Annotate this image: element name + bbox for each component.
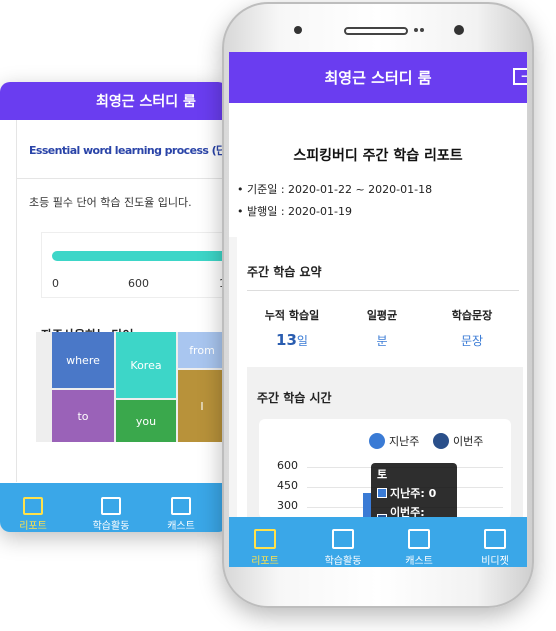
tab-activity[interactable]: 학습활동 bbox=[313, 529, 373, 567]
treemap-cell[interactable]: to bbox=[52, 390, 114, 442]
video-icon bbox=[484, 529, 506, 549]
treemap-word: I bbox=[200, 399, 204, 413]
tooltip-row: 이번주: 300 bbox=[377, 504, 451, 517]
treemap-cell[interactable]: Korea bbox=[116, 332, 176, 398]
legend-label: 지난주 bbox=[389, 435, 420, 448]
treemap-cell[interactable]: where bbox=[52, 332, 114, 388]
front-camera-icon bbox=[454, 25, 464, 35]
weekly-summary-card: 주간 학습 요약 누적 학습일 13일 일평균 분 학습문장 문장 주간 학습 … bbox=[237, 237, 527, 517]
tab-label: 학습활동 bbox=[324, 556, 362, 567]
tab-report[interactable]: 리포트 bbox=[235, 529, 295, 567]
report-content: 스피킹버디 주간 학습 리포트 • 기준일 : 2020-01-22 ~ 202… bbox=[229, 103, 527, 517]
cast-icon bbox=[171, 497, 191, 515]
sensor-dot-icon bbox=[420, 28, 424, 32]
treemap-word: you bbox=[135, 414, 157, 428]
stat-label: 일평균 bbox=[366, 309, 398, 322]
stat-unit: 일 bbox=[296, 334, 308, 348]
back-tab-activity[interactable]: 학습활동 bbox=[86, 497, 136, 532]
treemap-word: Korea bbox=[130, 358, 162, 372]
treemap-cell[interactable]: you bbox=[116, 400, 176, 442]
logout-icon[interactable]: → bbox=[513, 68, 527, 85]
report-header-card: 스피킹버디 주간 학습 리포트 • 기준일 : 2020-01-22 ~ 202… bbox=[229, 103, 527, 237]
back-tab-cast[interactable]: 캐스트 bbox=[156, 497, 206, 532]
legend-item-last-week[interactable]: 지난주 bbox=[369, 433, 419, 449]
stat-unit: 문장 bbox=[460, 334, 484, 348]
back-app-title: 최영근 스터디 룸 bbox=[96, 94, 196, 110]
tooltip-row: 지난주: 0 bbox=[377, 485, 451, 501]
stat-value: 분 bbox=[337, 331, 427, 349]
background-phone-screen: 최영근 스터디 룸 Essential word learning proces… bbox=[0, 82, 228, 532]
app-title: 최영근 스터디 룸 bbox=[324, 69, 432, 87]
weekly-time-title: 주간 학습 시간 bbox=[257, 391, 332, 405]
tooltip-swatch bbox=[377, 488, 387, 498]
tab-bar: 리포트 학습활동 캐스트 비디젯 bbox=[229, 517, 527, 567]
treemap-word: where bbox=[66, 353, 100, 367]
front-phone-frame: 최영근 스터디 룸 → 스피킹버디 주간 학습 리포트 • 기준일 : 2020… bbox=[222, 2, 534, 608]
tooltip-value: 지난주: 0 bbox=[390, 487, 437, 500]
stat-total-days: 누적 학습일 13일 bbox=[247, 307, 337, 349]
treemap-cell[interactable]: I bbox=[178, 370, 226, 442]
activity-icon bbox=[332, 529, 354, 549]
back-app-header: 최영근 스터디 룸 bbox=[0, 82, 228, 120]
stat-daily-average: 일평균 분 bbox=[337, 307, 427, 349]
progress-tick: 600 bbox=[128, 277, 149, 290]
stat-value: 문장 bbox=[427, 331, 517, 349]
weekly-time-section: 주간 학습 시간 지난주 이번주 600 450 300 토 지난주: 0 이번… bbox=[247, 367, 523, 517]
progress-tick: 0 bbox=[52, 277, 59, 290]
stat-value: 13일 bbox=[247, 331, 337, 349]
report-icon bbox=[254, 529, 276, 549]
divider bbox=[17, 178, 228, 179]
tab-label: 캐스트 bbox=[405, 556, 433, 567]
progress-bar bbox=[52, 251, 228, 261]
tab-label: 리포트 bbox=[251, 556, 279, 567]
y-tick-label: 450 bbox=[277, 479, 298, 492]
phone-top-bezel bbox=[224, 4, 532, 52]
back-tab-report[interactable]: 리포트 bbox=[8, 497, 58, 532]
tab-label: 캐스트 bbox=[167, 521, 195, 532]
bar-this-week-saturday[interactable] bbox=[363, 493, 371, 517]
chart-tooltip: 토 지난주: 0 이번주: 300 bbox=[371, 463, 457, 517]
y-tick-label: 300 bbox=[277, 499, 298, 512]
process-description: 초등 필수 단어 학습 진도율 입니다. bbox=[29, 196, 192, 209]
tab-label: 비디젯 bbox=[481, 556, 509, 567]
process-title: Essential word learning process (단어학 bbox=[29, 144, 228, 157]
sensor-dot-icon bbox=[414, 28, 418, 32]
stat-label: 누적 학습일 bbox=[264, 309, 320, 322]
tab-cast[interactable]: 캐스트 bbox=[389, 529, 449, 567]
report-period: • 기준일 : 2020-01-22 ~ 2020-01-18 bbox=[237, 183, 433, 196]
legend-swatch bbox=[433, 433, 449, 449]
tab-label: 학습활동 bbox=[92, 521, 130, 532]
sensor-icon bbox=[294, 26, 302, 34]
tooltip-category: 토 bbox=[377, 468, 388, 481]
summary-title: 주간 학습 요약 bbox=[247, 265, 322, 279]
progress-card: 0 600 1 bbox=[41, 232, 228, 298]
report-issued-date: • 발행일 : 2020-01-19 bbox=[237, 205, 352, 218]
report-icon bbox=[23, 497, 43, 515]
stat-sentences: 학습문장 문장 bbox=[427, 307, 517, 349]
y-tick-label: 600 bbox=[277, 459, 298, 472]
treemap-word: from bbox=[189, 343, 215, 357]
speaker-grille-icon bbox=[344, 27, 408, 35]
divider bbox=[247, 290, 519, 291]
stat-unit: 분 bbox=[376, 334, 388, 348]
front-screen: 최영근 스터디 룸 → 스피킹버디 주간 학습 리포트 • 기준일 : 2020… bbox=[229, 52, 527, 567]
app-header: 최영근 스터디 룸 → bbox=[229, 52, 527, 103]
stat-label: 학습문장 bbox=[451, 309, 493, 322]
cast-icon bbox=[408, 529, 430, 549]
treemap-word: to bbox=[77, 409, 89, 423]
activity-icon bbox=[101, 497, 121, 515]
tab-video[interactable]: 비디젯 bbox=[465, 529, 525, 567]
report-title: 스피킹버디 주간 학습 리포트 bbox=[293, 148, 463, 164]
tooltip-value: 이번주: 300 bbox=[389, 506, 425, 517]
weekly-time-chart: 지난주 이번주 600 450 300 토 지난주: 0 이번주: bbox=[259, 419, 511, 517]
legend-swatch bbox=[369, 433, 385, 449]
back-tab-bar: 리포트 학습활동 캐스트 bbox=[0, 483, 228, 532]
legend-label: 이번주 bbox=[453, 435, 484, 448]
legend-item-this-week[interactable]: 이번주 bbox=[433, 433, 483, 449]
treemap-cell[interactable]: from bbox=[178, 332, 226, 368]
word-treemap: where Korea from to you I bbox=[36, 332, 226, 442]
tab-label: 리포트 bbox=[19, 521, 47, 532]
stat-number: 13 bbox=[276, 331, 297, 349]
